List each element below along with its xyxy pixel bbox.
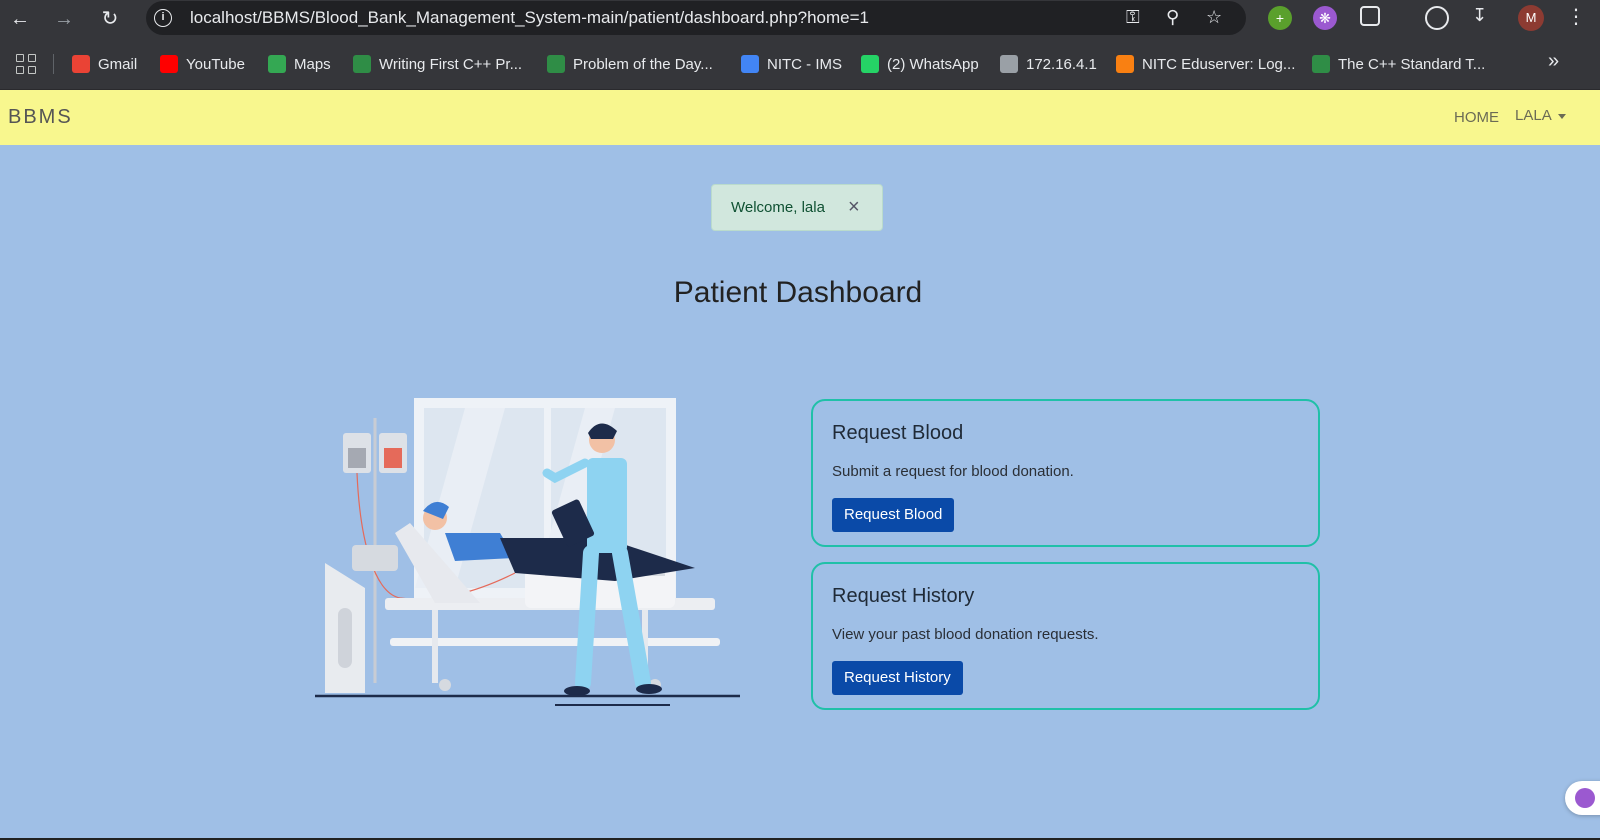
reload-icon[interactable]: ↻: [96, 5, 124, 33]
alert-message: Welcome, lala: [731, 199, 825, 216]
bookmark-item[interactable]: The C++ Standard T...: [1312, 52, 1485, 76]
user-dropdown[interactable]: LALA: [1515, 107, 1566, 124]
bookmark-item[interactable]: Problem of the Day...: [547, 52, 713, 76]
hospital-illustration: [315, 398, 740, 706]
site-info-icon[interactable]: i: [154, 9, 172, 27]
app-navbar: BBMS HOME LALA: [0, 90, 1600, 145]
page-title: Patient Dashboard: [673, 276, 923, 309]
bookmark-item[interactable]: Writing First C++ Pr...: [353, 52, 522, 76]
brain-icon: [1575, 788, 1595, 808]
whatsapp-icon: [861, 55, 879, 73]
star-icon[interactable]: ☆: [1206, 7, 1222, 28]
bookmark-item[interactable]: NITC Eduserver: Log...: [1116, 52, 1295, 76]
gfg-icon: [547, 55, 565, 73]
gfg-icon: [1312, 55, 1330, 73]
request-history-card: Request History View your past blood don…: [811, 562, 1320, 710]
floating-brain-extension-icon[interactable]: [1565, 781, 1600, 815]
moodle-icon: [1116, 55, 1134, 73]
nav-home-link[interactable]: HOME: [1454, 109, 1499, 126]
extension-plus-icon[interactable]: +: [1268, 6, 1292, 30]
request-history-button[interactable]: Request History: [832, 661, 963, 695]
profile-avatar[interactable]: M: [1518, 5, 1544, 31]
request-blood-card: Request Blood Submit a request for blood…: [811, 399, 1320, 547]
performance-icon[interactable]: [1425, 6, 1449, 30]
card-title: Request Blood: [832, 422, 964, 444]
key-icon[interactable]: ⚿: [1126, 7, 1140, 28]
menu-dots-icon[interactable]: ⋮: [1566, 4, 1586, 29]
zoom-icon[interactable]: ⚲: [1166, 7, 1179, 28]
google-icon: [741, 55, 759, 73]
request-blood-button[interactable]: Request Blood: [832, 498, 955, 532]
bookmark-label: NITC Eduserver: Log...: [1142, 55, 1296, 73]
bookmark-label: 172.16.4.1: [1026, 55, 1097, 73]
card-text: View your past blood donation requests.: [832, 626, 1099, 643]
back-arrow-icon[interactable]: ←: [6, 5, 34, 33]
bookmark-item[interactable]: (2) WhatsApp: [861, 52, 979, 76]
brand-logo[interactable]: BBMS: [8, 106, 73, 129]
bookmark-label: The C++ Standard T...: [1338, 55, 1486, 73]
card-text: Submit a request for blood donation.: [832, 463, 1074, 480]
bookmark-item[interactable]: NITC - IMS: [741, 52, 842, 76]
globe-icon: [1000, 55, 1018, 73]
chevron-down-icon: [1557, 113, 1566, 119]
gmail-icon: [72, 55, 90, 73]
url-text[interactable]: localhost/BBMS/Blood_Bank_Management_Sys…: [190, 8, 869, 28]
bookmark-item[interactable]: YouTube: [160, 52, 245, 76]
bookmark-label: Writing First C++ Pr...: [379, 55, 523, 73]
bookmark-item[interactable]: 172.16.4.1: [1000, 52, 1097, 76]
bookmark-label: Gmail: [98, 55, 138, 73]
bookmarks-bar: Gmail YouTube Maps Writing First C++ Pr... P…: [0, 38, 1600, 90]
bookmark-label: (2) WhatsApp: [887, 55, 979, 73]
apps-grid-icon[interactable]: [16, 54, 36, 74]
bookmark-label: Maps: [294, 55, 331, 73]
extensions-puzzle-icon[interactable]: [1360, 6, 1380, 26]
download-icon[interactable]: ↧: [1472, 5, 1487, 26]
close-icon[interactable]: ×: [848, 197, 860, 217]
bookmarks-separator: [53, 54, 54, 74]
user-dropdown-label: LALA: [1515, 107, 1552, 124]
address-bar[interactable]: i localhost/BBMS/Blood_Bank_Management_S…: [146, 1, 1246, 35]
bookmark-item[interactable]: Maps: [268, 52, 331, 76]
brain-extension-icon[interactable]: ❋: [1313, 6, 1337, 30]
bookmark-item[interactable]: Gmail: [72, 52, 137, 76]
bookmark-label: NITC - IMS: [767, 55, 842, 73]
more-bookmarks-icon[interactable]: »: [1548, 50, 1559, 73]
maps-icon: [268, 55, 286, 73]
bookmark-label: Problem of the Day...: [573, 55, 713, 73]
gfg-icon: [353, 55, 371, 73]
browser-toolbar: ← → ↻ i localhost/BBMS/Blood_Bank_Manage…: [0, 0, 1600, 38]
forward-arrow-icon[interactable]: →: [50, 5, 78, 33]
welcome-alert: Welcome, lala ×: [711, 184, 883, 231]
card-title: Request History: [832, 585, 975, 607]
bookmark-label: YouTube: [186, 55, 245, 73]
youtube-icon: [160, 55, 178, 73]
